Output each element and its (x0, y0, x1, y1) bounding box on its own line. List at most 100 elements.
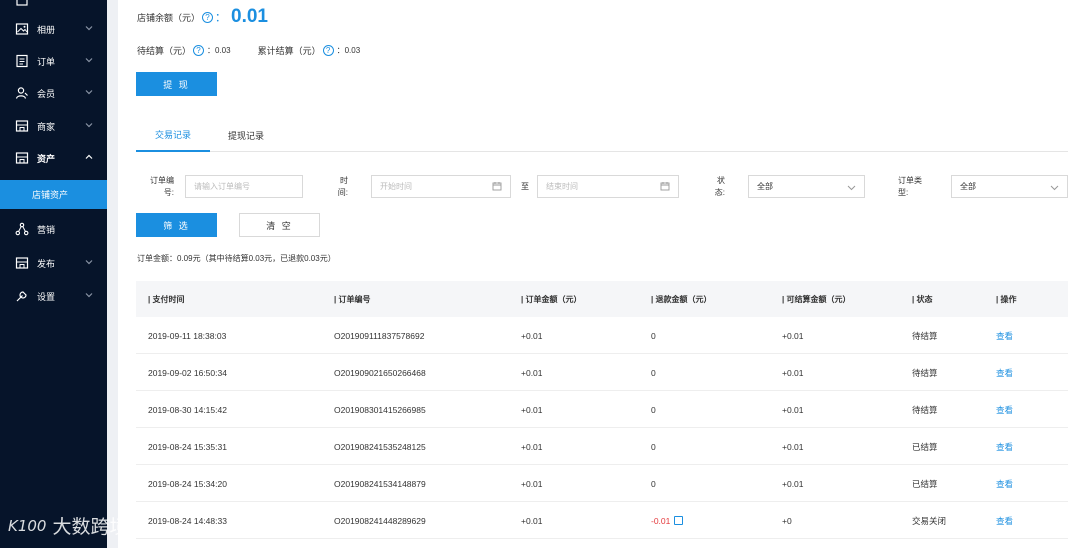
sidebar-item-label: 订单 (37, 56, 56, 67)
col-action: | 操作 (996, 294, 1017, 304)
cell-order-amount: +0.01 (521, 515, 543, 526)
chevron-down-icon (847, 185, 856, 191)
cell-order-amount: +0.01 (521, 404, 543, 415)
sidebar-item-label: 营销 (37, 224, 56, 235)
sidebar-item-label: 资产 (37, 153, 56, 164)
help-icon[interactable]: ? (322, 45, 334, 56)
cell-pay-time: 2019-08-24 14:48:33 (148, 515, 227, 526)
cell-order-no: O201909111837578692 (334, 330, 425, 341)
order-type-label: 订单类型: (898, 176, 922, 197)
chevron-down-icon (84, 257, 94, 267)
table-row: 2019-08-24 14:48:33 O201908241448289629 … (136, 502, 1068, 539)
sidebar-item-label: 会员 (37, 88, 56, 99)
status-label: 状态: (714, 176, 725, 197)
calendar-icon (492, 182, 502, 191)
sidebar-item-merchants[interactable]: 商家 (0, 111, 107, 141)
order-no-input[interactable]: 请输入订单编号 (185, 175, 303, 198)
cell-order-amount: +0.01 (521, 441, 543, 452)
marketing-icon (14, 221, 30, 237)
sidebar-item-members[interactable]: 会员 (0, 78, 107, 108)
chevron-down-icon (84, 87, 94, 97)
cell-status: 交易关闭 (912, 515, 947, 526)
status-select[interactable]: 全部 (748, 175, 865, 198)
watermark-logo: K100 (8, 516, 47, 535)
order-no-label: 订单编号: (150, 176, 174, 197)
cell-settle-amount: +0.01 (782, 441, 804, 452)
member-icon (14, 85, 30, 101)
cell-pay-time: 2019-08-30 14:15:42 (148, 404, 227, 415)
view-link[interactable]: 查看 (996, 317, 1013, 354)
cell-settle-amount: +0 (782, 515, 792, 526)
start-time-input[interactable]: 开始时间 (371, 175, 511, 198)
chevron-down-icon (1050, 185, 1059, 191)
view-link[interactable]: 查看 (996, 502, 1013, 539)
help-icon[interactable]: ? (202, 11, 214, 23)
order-type-select[interactable]: 全部 (951, 175, 1068, 198)
sidebar-item-assets[interactable]: 资产 (0, 143, 107, 173)
chevron-up-icon (84, 152, 94, 162)
cell-order-no: O201908241448289629 (334, 515, 426, 526)
table-row: 2019-08-24 15:35:31 O201908241535248125 … (136, 428, 1068, 465)
refund-value: -0.01 (651, 515, 671, 526)
view-link[interactable]: 查看 (996, 465, 1013, 502)
help-icon[interactable]: ? (193, 45, 205, 56)
pending-label: 待结算（元） (137, 46, 192, 56)
copy-icon[interactable] (674, 516, 684, 525)
cell-refund-amount: 0 (651, 478, 656, 489)
cumulative-label: 累计结算（元） (257, 46, 321, 56)
cell-order-amount: +0.01 (521, 367, 543, 378)
home-icon (14, 0, 30, 9)
store-icon (14, 118, 30, 134)
view-link[interactable]: 查看 (996, 391, 1013, 428)
sidebar-item-label: 店铺资产 (32, 190, 69, 200)
main-content: 店铺余额（元） ? ： 0.01 待结算（元） ? ：0.03 累计结算（元） … (118, 0, 1080, 548)
tab-transactions[interactable]: 交易记录 (136, 118, 210, 152)
sidebar: 相册 订单 会员 商家 资产 店铺资产 营销 发布 设置 (0, 0, 107, 548)
watermark: K100 大数跨境 (8, 512, 128, 539)
col-pay-time: | 支付时间 (148, 294, 185, 304)
table-row: 2019-08-24 15:34:20 O201908241534148879 … (136, 465, 1068, 502)
order-type-select-value: 全部 (960, 182, 976, 191)
assets-icon (14, 150, 30, 166)
clear-button[interactable]: 清 空 (239, 213, 320, 237)
sidebar-item-publish[interactable]: 发布 (0, 248, 107, 278)
sidebar-item-label: 商家 (37, 121, 56, 132)
cell-settle-amount: +0.01 (782, 367, 804, 378)
sidebar-item-marketing[interactable]: 营销 (0, 214, 107, 244)
view-link[interactable]: 查看 (996, 354, 1013, 391)
end-time-input[interactable]: 结束时间 (537, 175, 679, 198)
time-label: 时间: (337, 176, 348, 197)
cell-order-amount: +0.01 (521, 330, 543, 341)
table-row: 2019-08-30 14:15:42 O201908301415266985 … (136, 391, 1068, 428)
cell-order-no: O201908241535248125 (334, 441, 426, 452)
tab-withdrawals[interactable]: 提现记录 (226, 118, 266, 152)
record-tabs: 交易记录 提现记录 (136, 118, 1068, 152)
col-refund-amount: | 退款金额（元） (651, 294, 712, 304)
sidebar-item-orders[interactable]: 订单 (0, 46, 107, 76)
cell-pay-time: 2019-08-24 15:35:31 (148, 441, 227, 452)
cell-order-no: O201908301415266985 (334, 404, 426, 415)
sidebar-item-store-assets[interactable]: 店铺资产 (0, 180, 107, 209)
to-label: 至 (521, 182, 529, 191)
cell-status: 待结算 (912, 330, 938, 341)
cell-pay-time: 2019-09-02 16:50:34 (148, 367, 227, 378)
cell-order-amount: +0.01 (521, 478, 543, 489)
cell-order-no: O201908241534148879 (334, 478, 426, 489)
col-order-amount: | 订单金额（元） (521, 294, 582, 304)
settings-icon (14, 288, 30, 304)
cell-pay-time: 2019-08-24 15:34:20 (148, 478, 227, 489)
start-time-placeholder: 开始时间 (380, 182, 412, 191)
filter-button[interactable]: 筛 选 (136, 213, 217, 237)
sidebar-item-settings[interactable]: 设置 (0, 281, 107, 311)
sidebar-item-album[interactable]: 相册 (0, 14, 107, 44)
col-status: | 状态 (912, 294, 933, 304)
withdraw-button[interactable]: 提 现 (136, 72, 217, 96)
cell-order-no: O201909021650266468 (334, 367, 426, 378)
sidebar-item-label: 设置 (37, 291, 56, 302)
cell-settle-amount: +0.01 (782, 330, 804, 341)
sidebar-item-label: 发布 (37, 258, 56, 269)
pending-value: ：0.03 (207, 46, 231, 55)
cell-status: 已结算 (912, 441, 938, 452)
view-link[interactable]: 查看 (996, 428, 1013, 465)
cell-settle-amount: +0.01 (782, 404, 804, 415)
